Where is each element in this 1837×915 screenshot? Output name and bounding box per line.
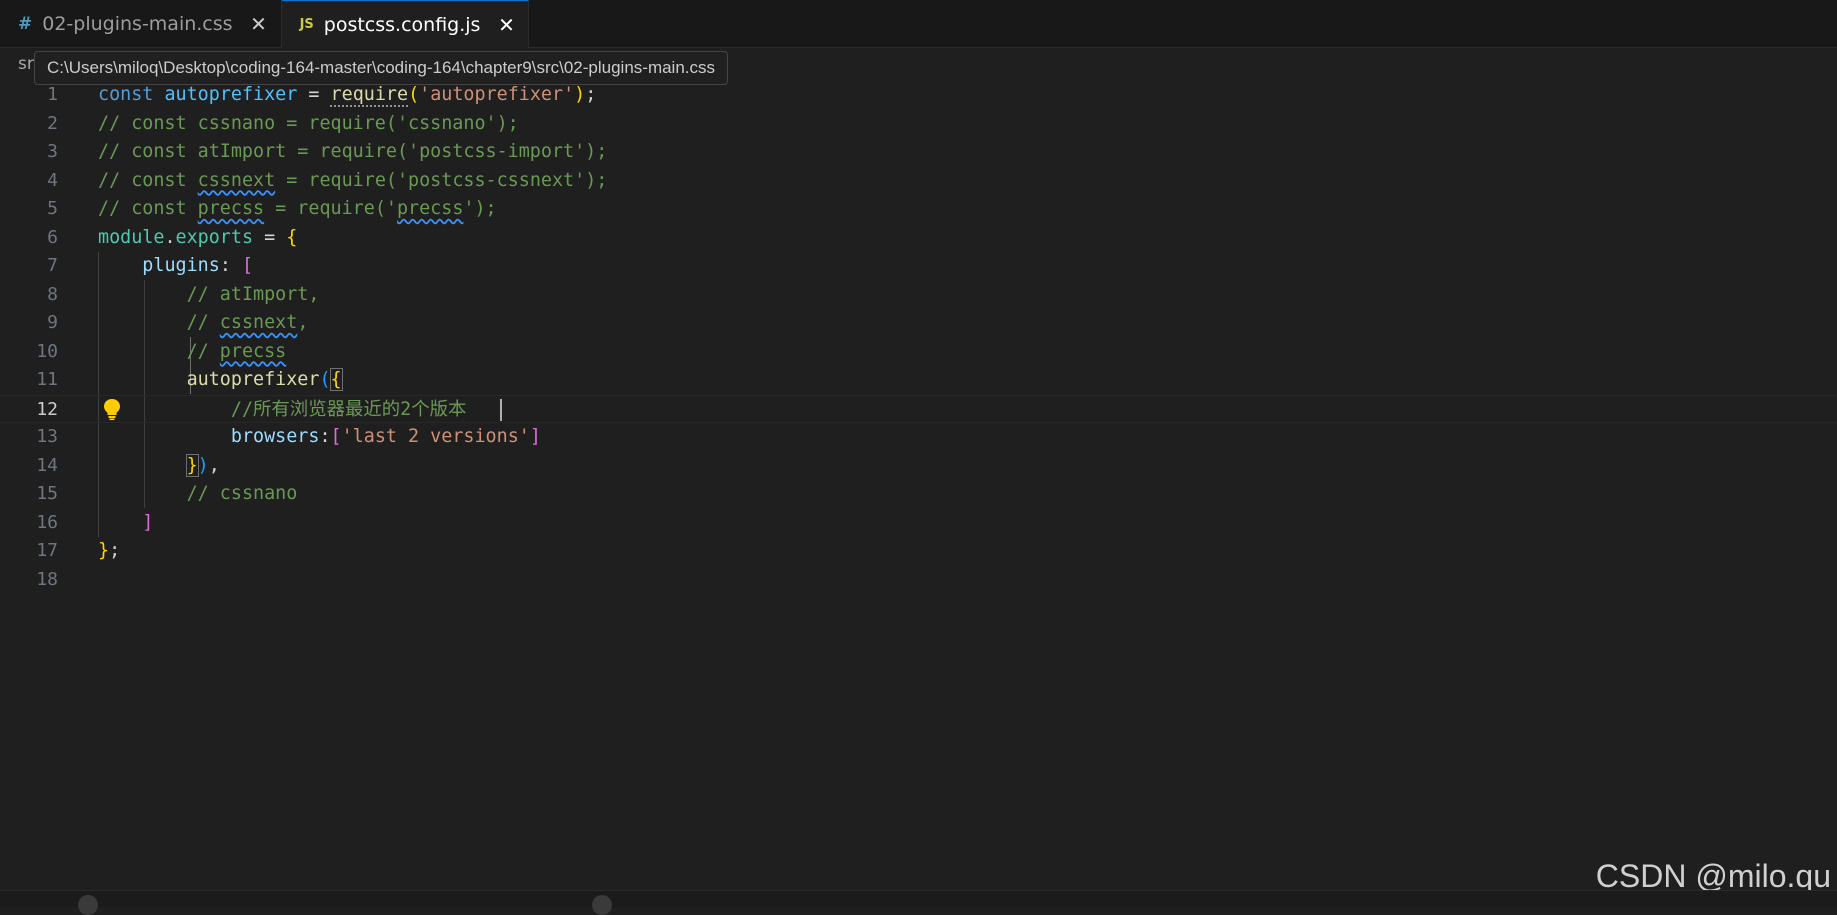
scroll-indicator: [78, 895, 98, 915]
file-path-tooltip: C:\Users\miloq\Desktop\coding-164-master…: [34, 51, 729, 85]
line-number: 9: [47, 312, 58, 333]
scroll-indicator: [592, 895, 612, 915]
code-line: 7 plugins: [: [0, 252, 1837, 281]
code-line: 6 module.exports = {: [0, 224, 1837, 253]
code-line: 2 // const cssnano = require('cssnano');: [0, 110, 1837, 139]
line-number: 7: [47, 255, 58, 276]
tab-bar: # 02-plugins-main.css ✕ JS postcss.confi…: [0, 0, 1837, 48]
code-token: ,: [297, 312, 309, 333]
line-number: 14: [36, 454, 58, 476]
code-token: = require('postcss-cssnext');: [275, 169, 608, 191]
code-line: 10 // precss: [0, 338, 1837, 367]
close-icon[interactable]: ✕: [496, 13, 516, 37]
close-icon[interactable]: ✕: [249, 12, 269, 36]
code-token: .: [164, 226, 176, 248]
code-line: 11 autoprefixer({: [0, 366, 1837, 395]
css-file-icon: #: [18, 13, 33, 34]
code-token: =: [297, 84, 331, 105]
code-comment: // atImport,: [186, 283, 320, 305]
tab-02-plugins-main-css[interactable]: # 02-plugins-main.css ✕: [0, 0, 282, 47]
code-token: require: [330, 84, 409, 105]
code-line: 17 };: [0, 537, 1837, 566]
line-number: 18: [36, 568, 58, 590]
line-number: 17: [36, 540, 58, 561]
code-token: 'autoprefixer': [419, 84, 575, 105]
code-token: exports: [175, 226, 254, 248]
spelling-squiggle[interactable]: precss: [397, 198, 463, 219]
code-comment: // const cssnano = require('cssnano');: [98, 112, 519, 134]
code-line-current: 12 //所有浏览器最近的2个版本: [0, 394, 1837, 423]
js-file-icon: JS: [299, 17, 314, 32]
tab-label: postcss.config.js: [323, 13, 481, 36]
code-token: //: [186, 312, 220, 333]
code-token: autoprefixer: [186, 369, 320, 390]
tab-label: 02-plugins-main.css: [42, 12, 233, 35]
lightbulb-icon[interactable]: [101, 397, 123, 421]
code-token: = require(': [264, 198, 397, 219]
line-number: 4: [47, 169, 58, 191]
line-number: 1: [47, 84, 58, 105]
code-token: :: [319, 426, 331, 447]
code-token: const: [98, 84, 154, 105]
spelling-squiggle[interactable]: precss: [220, 341, 286, 362]
code-token: plugins: [142, 255, 220, 276]
code-token: ');: [463, 198, 497, 219]
code-token: ,: [208, 454, 220, 476]
breadcrumb[interactable]: sr: [18, 54, 34, 74]
line-number: 12: [36, 398, 58, 420]
code-token: module: [98, 226, 165, 248]
code-token: ;: [585, 84, 597, 105]
line-number: 11: [36, 369, 58, 390]
code-line: 8 // atImport,: [0, 281, 1837, 310]
line-number: 2: [47, 112, 58, 134]
spelling-squiggle[interactable]: precss: [198, 198, 264, 219]
code-line: 9 // cssnext,: [0, 309, 1837, 338]
tab-postcss-config-js[interactable]: JS postcss.config.js ✕: [281, 0, 530, 48]
line-number: 15: [36, 483, 58, 504]
code-comment: // const atImport = require('postcss-imp…: [98, 141, 608, 162]
code-token: ;: [109, 540, 121, 561]
code-line: 16 ]: [0, 509, 1837, 538]
code-line: 15 // cssnano: [0, 480, 1837, 509]
spelling-squiggle[interactable]: cssnext: [220, 312, 298, 333]
line-number: 10: [36, 340, 58, 362]
code-token: // const: [98, 198, 198, 219]
code-line: 3 // const atImport = require('postcss-i…: [0, 138, 1837, 167]
code-token: =: [253, 226, 287, 248]
line-number: 3: [47, 141, 58, 162]
line-number: 8: [47, 283, 58, 305]
code-token: :: [219, 255, 242, 276]
bottom-panel-edge: [0, 890, 1837, 915]
line-number: 13: [36, 426, 58, 447]
line-number: 6: [47, 226, 58, 248]
spelling-squiggle[interactable]: cssnext: [198, 170, 276, 191]
code-line: 4 // const cssnext = require('postcss-cs…: [0, 167, 1837, 196]
line-number: 5: [47, 198, 58, 219]
code-line: 13 browsers:['last 2 versions']: [0, 423, 1837, 452]
text-cursor: [500, 398, 502, 421]
code-comment: //所有浏览器最近的2个版本: [230, 398, 467, 420]
code-comment: // cssnano: [186, 483, 298, 504]
code-token: autoprefixer: [164, 84, 298, 105]
code-editor[interactable]: 1 const autoprefixer = require(' autopref…: [0, 81, 1837, 891]
code-token: //: [186, 340, 220, 362]
code-line: 5 // const precss = require('precss');: [0, 195, 1837, 224]
code-token: browsers: [230, 426, 320, 447]
line-number: 16: [36, 511, 58, 533]
code-line: 14 }),: [0, 452, 1837, 481]
code-token: 'last 2 versions': [341, 426, 530, 447]
code-token: // const: [98, 169, 198, 191]
code-line: 18: [0, 566, 1837, 595]
code-line: 1 const autoprefixer = require('autopref…: [0, 81, 1837, 110]
